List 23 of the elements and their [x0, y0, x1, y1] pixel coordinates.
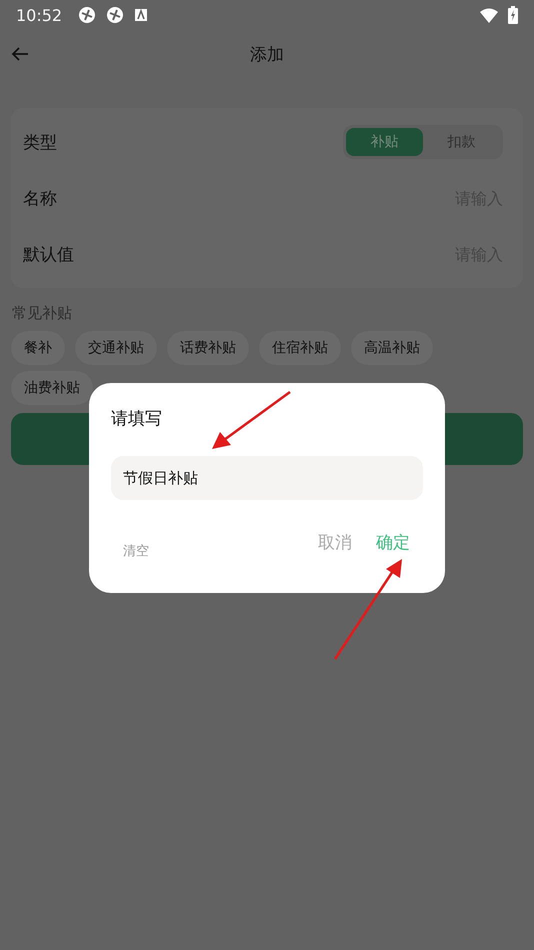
back-arrow-icon[interactable] — [11, 46, 29, 62]
type-option[interactable]: 补贴 — [346, 128, 423, 156]
keyboard-icon — [134, 8, 148, 22]
allowance-chip[interactable]: 话费补贴 — [167, 331, 249, 365]
allowance-chip[interactable]: 住宿补贴 — [259, 331, 341, 365]
input-field[interactable]: 节假日补贴 — [111, 456, 423, 500]
allowance-chip[interactable]: 高温补贴 — [351, 331, 433, 365]
cancel-button[interactable]: 取消 — [318, 530, 352, 554]
wifi-icon — [480, 8, 498, 22]
allowance-chip[interactable]: 油费补贴 — [11, 371, 93, 405]
allowance-chip[interactable]: 交通补贴 — [75, 331, 157, 365]
allowance-chip[interactable]: 餐补 — [11, 331, 65, 365]
clear-button[interactable]: 清空 — [111, 542, 161, 560]
field-label: 类型 — [23, 132, 58, 154]
status-time: 10:52 — [16, 6, 62, 24]
app-icon — [106, 6, 124, 24]
battery-icon — [508, 6, 518, 24]
app-icon — [78, 6, 96, 24]
page-title: 添加 — [250, 44, 284, 66]
dialog-title: 请填写 — [111, 408, 163, 430]
confirm-button[interactable]: 确定 — [376, 530, 410, 554]
field-label: 名称 — [23, 188, 58, 210]
field-label: 默认值 — [23, 244, 75, 266]
